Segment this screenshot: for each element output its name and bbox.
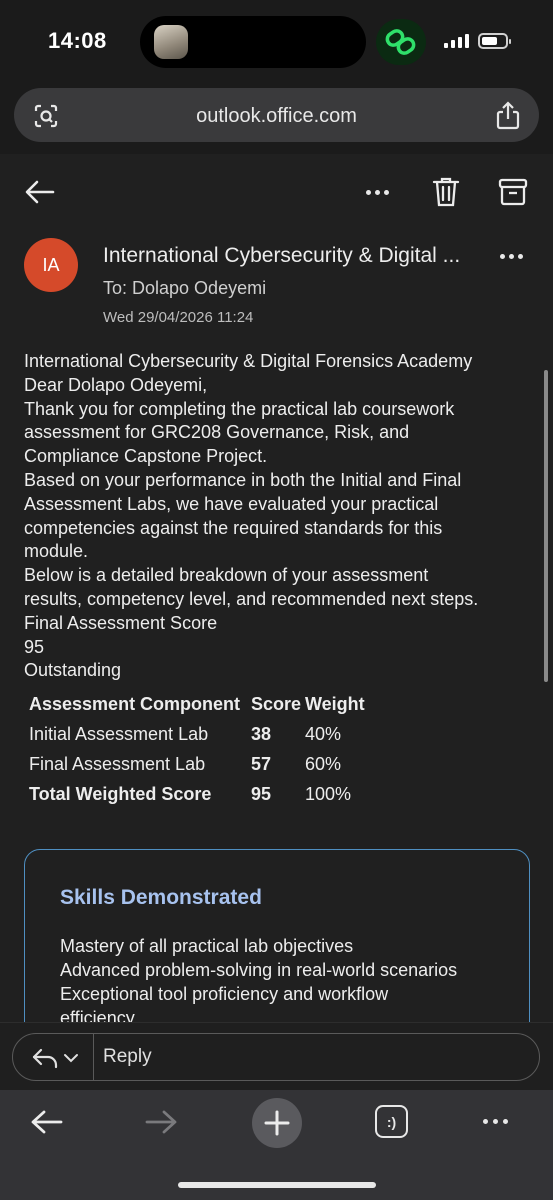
nav-back-icon[interactable] <box>30 1108 64 1141</box>
status-time: 14:08 <box>48 28 107 53</box>
score-heading: Final Assessment Score <box>24 612 218 633</box>
skill-item: Advanced problem-solving in real-world s… <box>60 960 458 980</box>
component-cell: Total Weighted Score <box>29 783 212 804</box>
score-table: Assessment Component Score Weight Initia… <box>26 689 385 809</box>
body-line: results, competency level, and recommend… <box>24 588 479 609</box>
body-line: competencies against the required standa… <box>24 517 443 538</box>
divider <box>93 1034 94 1080</box>
reply-button[interactable]: Reply <box>103 1046 152 1068</box>
table-total-row: Total Weighted Score 95 100% <box>26 779 385 809</box>
message-more-icon[interactable] <box>500 254 523 259</box>
skills-title: Skills Demonstrated <box>60 886 262 909</box>
reply-box[interactable]: Reply <box>12 1033 540 1081</box>
body-line: Thank you for completing the practical l… <box>24 398 455 419</box>
sender-avatar[interactable]: IA <box>24 238 78 292</box>
battery-level <box>482 37 497 45</box>
url-text[interactable]: outlook.office.com <box>14 105 539 128</box>
reply-icon[interactable] <box>31 1047 59 1074</box>
status-bar: 14:08 <box>0 0 553 84</box>
score-cell: 57 <box>251 753 272 774</box>
body-line: Based on your performance in both the In… <box>24 469 462 490</box>
table-row: Initial Assessment Lab 38 40% <box>26 719 385 749</box>
body-line: Compliance Capstone Project. <box>24 446 268 467</box>
skill-item: Mastery of all practical lab objectives <box>60 936 354 956</box>
trash-icon[interactable] <box>432 176 460 213</box>
email-datetime: Wed 29/04/2026 11:24 <box>103 309 254 326</box>
component-cell: Initial Assessment Lab <box>29 723 209 744</box>
column-header: Assessment Component <box>29 693 241 714</box>
body-line: Dear Dolapo Odeyemi, <box>24 374 208 395</box>
mail-toolbar <box>0 154 553 234</box>
home-indicator[interactable] <box>178 1182 376 1188</box>
weight-cell: 40% <box>305 723 342 744</box>
sender-name[interactable]: International Cybersecurity & Digital ..… <box>103 244 483 268</box>
tabs-icon[interactable]: :) <box>375 1105 408 1138</box>
new-tab-icon[interactable] <box>252 1098 302 1148</box>
table-header-row: Assessment Component Score Weight <box>26 689 385 719</box>
body-line: Assessment Labs, we have evaluated your … <box>24 493 439 514</box>
nav-forward-icon[interactable] <box>144 1108 178 1141</box>
browser-nav-bar: :) <box>0 1090 553 1200</box>
link-icon <box>376 19 426 65</box>
archive-icon[interactable] <box>498 178 528 211</box>
skills-list: Mastery of all practical lab objectives … <box>60 934 457 1030</box>
address-bar[interactable]: outlook.office.com <box>14 88 539 142</box>
dynamic-island <box>140 16 366 68</box>
now-playing-thumbnail <box>154 25 188 59</box>
chevron-down-icon[interactable] <box>63 1051 79 1069</box>
weight-cell: 60% <box>305 753 342 774</box>
nav-more-icon[interactable] <box>483 1119 508 1124</box>
cellular-signal-icon <box>444 34 469 48</box>
body-line: assessment for GRC208 Governance, Risk, … <box>24 422 410 443</box>
score-cell: 95 <box>251 783 272 804</box>
body-line: International Cybersecurity & Digital Fo… <box>24 351 473 371</box>
skills-card: Skills Demonstrated Mastery of all pract… <box>24 849 530 1049</box>
email-body: International Cybersecurity & Digital Fo… <box>24 350 529 683</box>
battery-icon <box>478 33 511 49</box>
skill-item: Exceptional tool proficiency and workflo… <box>60 984 389 1004</box>
column-header: Score <box>251 693 302 714</box>
reply-bar: Reply <box>0 1022 553 1090</box>
back-arrow-icon[interactable] <box>24 178 56 211</box>
share-icon[interactable] <box>495 100 521 135</box>
body-line: module. <box>24 541 89 562</box>
score-cell: 38 <box>251 723 272 744</box>
browser-url-area: outlook.office.com <box>0 84 553 154</box>
body-line: Below is a detailed breakdown of your as… <box>24 565 429 586</box>
score-rating: Outstanding <box>24 660 122 681</box>
score-value: 95 <box>24 636 45 657</box>
table-row: Final Assessment Lab 57 60% <box>26 749 385 779</box>
more-options-icon[interactable] <box>366 190 389 195</box>
scrollbar[interactable] <box>544 370 548 682</box>
column-header: Weight <box>305 693 365 714</box>
weight-cell: 100% <box>305 783 352 804</box>
component-cell: Final Assessment Lab <box>29 753 206 774</box>
recipient-line[interactable]: To: Dolapo Odeyemi <box>103 278 266 299</box>
